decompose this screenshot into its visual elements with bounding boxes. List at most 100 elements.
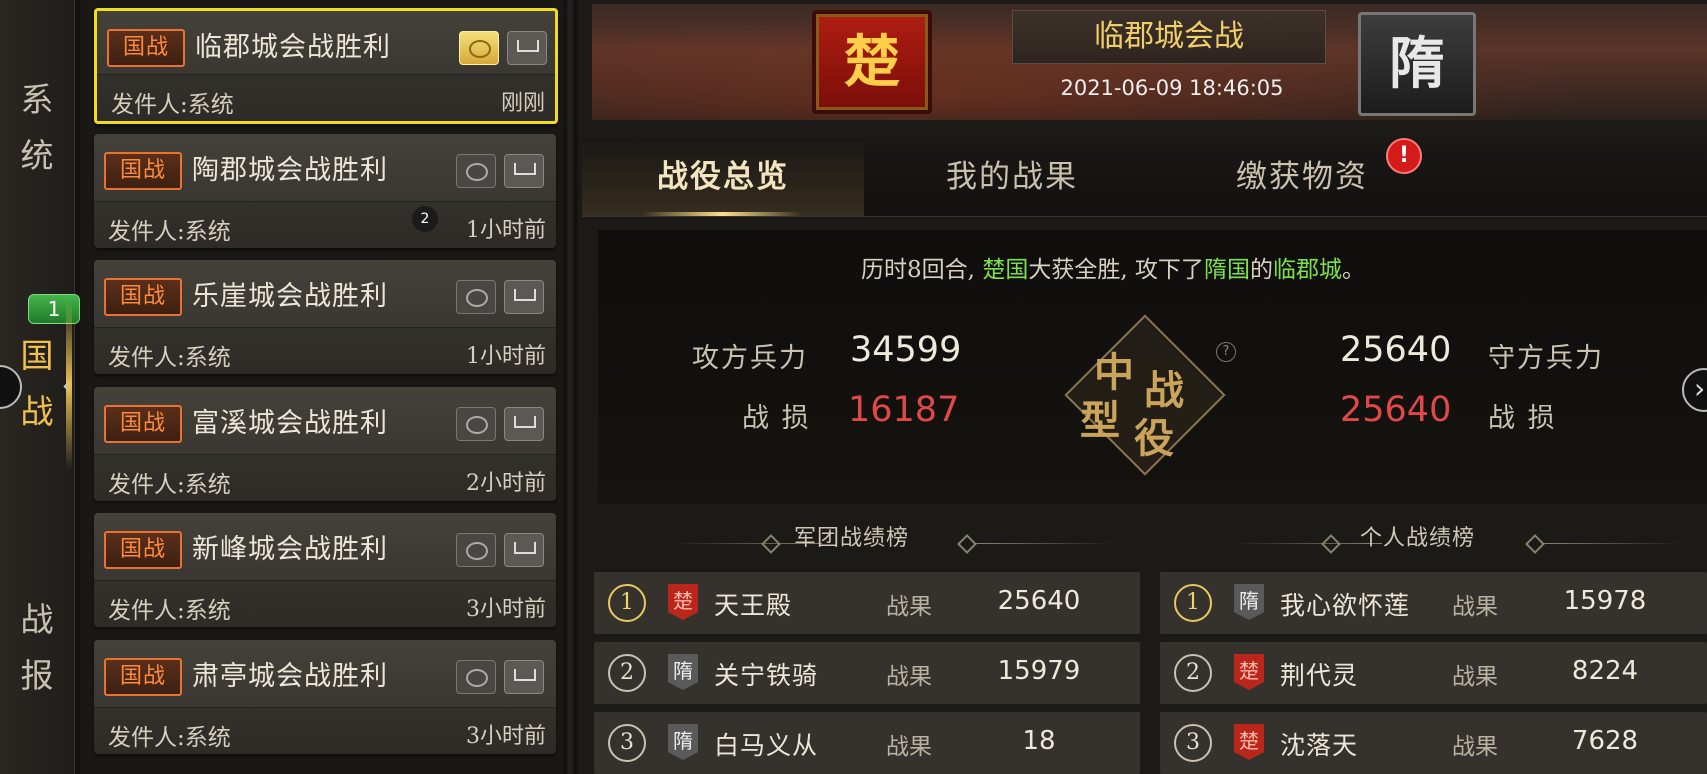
defender-flag: 隋: [1358, 12, 1476, 116]
battle-summary: 历时8回合, 楚国大获全胜, 攻下了隋国的临郡城。 攻方兵力 34599 战 损…: [598, 230, 1707, 504]
score-value: 25640: [997, 586, 1081, 616]
nation-flag-icon: 隋: [668, 724, 698, 760]
legion-name: 天王殿: [714, 591, 793, 620]
score-label: 战果: [886, 734, 932, 760]
nation-flag-icon: 隋: [668, 654, 698, 690]
result-of: 的: [1249, 257, 1273, 283]
attack-troops-value: 34599: [850, 330, 962, 370]
reward-chest-icon: [456, 154, 496, 188]
rank-badge: 2: [1174, 654, 1212, 692]
nation-flag-icon: 楚: [1234, 724, 1264, 760]
score-value: 15978: [1563, 586, 1647, 616]
mail-title: 富溪城会战胜利: [192, 408, 388, 439]
mail-tag: 国战: [104, 152, 182, 190]
list-divider: [564, 0, 576, 774]
score-label: 战果: [886, 664, 932, 690]
legion-row[interactable]: 1 楚 天王殿 战果 25640: [594, 572, 1140, 634]
mail-item[interactable]: 国战 临郡城会战胜利 发件人:系统 刚刚: [94, 8, 558, 124]
mail-item[interactable]: 国战 新峰城会战胜利 发件人:系统 3小时前: [94, 513, 556, 627]
defend-loss-label: 战 损: [1488, 403, 1557, 434]
mail-sender: 发件人:系统: [108, 219, 231, 245]
result-prefix: 历时8回合,: [861, 257, 983, 283]
legion-row[interactable]: 2 隋 关宁铁骑 战果 15979: [594, 642, 1140, 704]
defender-nation: 隋: [1389, 31, 1445, 97]
nation-flag-icon: 楚: [668, 584, 698, 620]
player-name: 我心欲怀莲: [1280, 591, 1411, 620]
mail-tag: 国战: [107, 29, 185, 67]
count-badge: 2: [412, 206, 438, 232]
mail-item[interactable]: 国战 富溪城会战胜利 发件人:系统 2小时前: [94, 387, 556, 501]
reward-chest-icon: [456, 280, 496, 314]
player-name: 沈落天: [1280, 731, 1359, 760]
mail-time: 3小时前: [466, 724, 546, 749]
tab-spoils[interactable]: 缴获物资: [1202, 138, 1402, 216]
reward-chest-icon: [456, 407, 496, 441]
category-system[interactable]: 系 统: [8, 72, 66, 184]
divider-diamond-icon: [1321, 534, 1341, 554]
rank-badge: 3: [608, 724, 646, 762]
mail-title: 陶郡城会战胜利: [192, 155, 388, 186]
mail-tag: 国战: [104, 405, 182, 443]
mail-item[interactable]: 国战 肃亭城会战胜利 发件人:系统 3小时前: [94, 640, 556, 754]
divider-line: [974, 543, 1114, 544]
score-label: 战果: [1452, 734, 1498, 760]
alert-badge-icon: !: [1386, 138, 1422, 174]
category-battle-report[interactable]: 战 报: [8, 592, 66, 704]
help-icon[interactable]: ?: [1216, 342, 1236, 362]
battle-detail-panel: 楚 临郡城会战 2021-06-09 18:46:05 隋 战役总览 我的战果 …: [578, 0, 1707, 774]
defend-troops-label: 守方兵力: [1488, 343, 1604, 374]
attack-loss-value: 16187: [848, 390, 960, 430]
mail-item[interactable]: 国战 陶郡城会战胜利 发件人:系统 2 1小时前: [94, 134, 556, 248]
mail-tag: 国战: [104, 278, 182, 316]
divider-diamond-icon: [761, 534, 781, 554]
category-badge: 1: [28, 294, 80, 324]
divider-line: [1542, 543, 1682, 544]
reward-chest-icon: [456, 533, 496, 567]
nation-flag-icon: 楚: [1234, 654, 1264, 690]
player-row[interactable]: 1 隋 我心欲怀莲 战果 15978: [1160, 572, 1707, 634]
mail-tag: 国战: [104, 531, 182, 569]
mail-title: 肃亭城会战胜利: [192, 661, 388, 692]
category-system-label-1: 系: [20, 80, 54, 119]
mail-time: 3小时前: [466, 597, 546, 622]
legion-board-title: 军团战绩榜: [794, 526, 910, 551]
mail-envelope-icon: [504, 660, 544, 694]
collapse-chevron-icon[interactable]: ‹: [62, 374, 71, 399]
player-name: 荆代灵: [1280, 661, 1359, 690]
defend-troops-value: 25640: [1340, 330, 1452, 370]
reward-chest-icon: [459, 31, 499, 65]
captured-city: 临郡城: [1272, 257, 1342, 283]
mail-item[interactable]: 国战 乐崖城会战胜利 发件人:系统 1小时前: [94, 260, 556, 374]
mail-envelope-icon: [504, 280, 544, 314]
legion-name: 关宁铁骑: [714, 661, 819, 690]
player-row[interactable]: 2 楚 荆代灵 战果 8224: [1160, 642, 1707, 704]
battle-result-text: 历时8回合, 楚国大获全胜, 攻下了隋国的临郡城。: [598, 250, 1628, 284]
score-value: 15979: [997, 656, 1081, 686]
player-row[interactable]: 3 楚 沈落天 战果 7628: [1160, 712, 1707, 774]
score-value: 8224: [1571, 656, 1639, 686]
battle-datetime: 2021-06-09 18:46:05: [1060, 76, 1284, 100]
rank-badge: 2: [608, 654, 646, 692]
active-tab-indicator: [642, 212, 802, 216]
mail-list: 国战 临郡城会战胜利 发件人:系统 刚刚 国战 陶郡城会战胜利 发件人:系统 2…: [80, 0, 564, 774]
tab-my-results[interactable]: 我的战果: [912, 138, 1112, 216]
battle-name: 临郡城会战: [1094, 19, 1244, 54]
divider-diamond-icon: [1525, 534, 1545, 554]
result-middle: 大获全胜, 攻下了: [1028, 257, 1204, 283]
mail-title: 临郡城会战胜利: [195, 32, 391, 63]
mail-envelope-icon: [504, 533, 544, 567]
attacker-nation: 楚: [844, 29, 900, 95]
winner-nation: 楚国: [982, 257, 1029, 283]
legion-row[interactable]: 3 隋 白马义从 战果 18: [594, 712, 1140, 774]
category-report-label-2: 报: [20, 656, 54, 695]
attacker-flag: 楚: [812, 10, 932, 114]
mail-envelope-icon: [504, 407, 544, 441]
reward-chest-icon: [456, 660, 496, 694]
nation-flag-icon: 隋: [1234, 584, 1264, 620]
battle-banner: 楚 临郡城会战 2021-06-09 18:46:05 隋: [592, 4, 1707, 120]
tab-battle-overview[interactable]: 战役总览: [582, 138, 864, 216]
loser-nation: 隋国: [1203, 257, 1250, 283]
score-label: 战果: [886, 594, 932, 620]
mail-title: 乐崖城会战胜利: [192, 281, 388, 312]
emblem-char: 役: [1134, 415, 1174, 462]
